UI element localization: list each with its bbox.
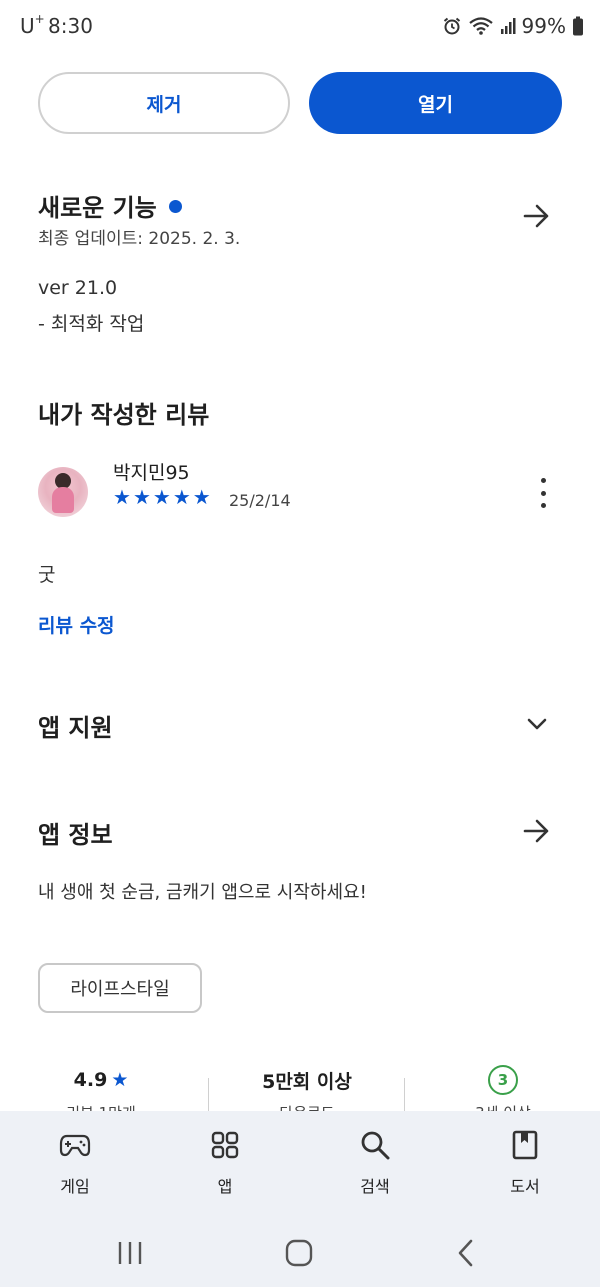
whats-new-title: 새로운 기능 [38, 194, 157, 222]
star-icon: ★ [111, 1069, 129, 1091]
star-rating: ★ ★ ★ ★ ★ [113, 486, 211, 508]
status-icons: 99% [442, 14, 584, 38]
review-date: 25/2/14 [229, 491, 291, 510]
signal-icon [500, 18, 516, 34]
star-icon: ★ [113, 485, 131, 509]
app-description: 내 생애 첫 순금, 금캐기 앱으로 시작하세요! [38, 882, 367, 903]
battery-percent: 99% [521, 14, 566, 38]
carrier-label: U+ [20, 12, 45, 38]
status-bar: U+ 8:30 99% [0, 0, 600, 52]
whats-new-arrow-icon[interactable] [522, 201, 552, 231]
last-updated: 최종 업데이트: 2025. 2. 3. [38, 229, 241, 249]
age-rating-badge: 3 [488, 1065, 518, 1095]
avatar [38, 467, 88, 517]
app-support-title[interactable]: 앱 지원 [38, 708, 113, 743]
whats-new-header[interactable]: 새로운 기능 [38, 188, 182, 223]
app-info-arrow-icon[interactable] [522, 816, 552, 846]
category-chip[interactable]: 라이프스타일 [38, 963, 202, 1013]
more-options-icon[interactable] [533, 478, 553, 508]
wifi-icon [468, 17, 493, 35]
recent-apps-icon[interactable] [110, 1233, 150, 1273]
my-review-title: 내가 작성한 리뷰 [38, 401, 210, 429]
reviewer-name: 박지민95 [113, 462, 190, 484]
star-icon: ★ [152, 485, 171, 509]
alarm-icon [443, 17, 460, 35]
status-time: 8:30 [48, 14, 93, 38]
back-icon[interactable] [447, 1233, 487, 1273]
edit-review-link[interactable]: 리뷰 수정 [38, 611, 115, 638]
nav-item-books[interactable]: 도서 [475, 1129, 575, 1197]
nav-label: 검색 [360, 1177, 390, 1196]
star-icon: ★ [192, 485, 211, 509]
app-info-title[interactable]: 앱 정보 [38, 815, 113, 850]
nav-label: 게임 [60, 1177, 90, 1196]
open-button[interactable]: 열기 [309, 72, 562, 134]
nav-item-games[interactable]: 게임 [25, 1129, 125, 1197]
rating-value: 4.9 [73, 1069, 108, 1091]
battery-icon [573, 16, 583, 36]
home-icon[interactable] [279, 1233, 319, 1273]
stat-divider [208, 1078, 209, 1114]
remove-button[interactable]: 제거 [38, 72, 290, 134]
nav-item-search[interactable]: 검색 [325, 1129, 425, 1197]
release-notes: - 최적화 작업 [38, 313, 145, 335]
nav-label: 앱 [217, 1177, 233, 1196]
apps-grid-icon [211, 1131, 239, 1159]
nav-item-apps[interactable]: 앱 [175, 1129, 275, 1197]
chevron-down-icon[interactable] [525, 712, 549, 736]
star-icon: ★ [172, 485, 191, 509]
book-icon [512, 1130, 538, 1160]
stat-divider [404, 1078, 405, 1114]
nav-label: 도서 [510, 1177, 540, 1196]
gamepad-icon [59, 1134, 91, 1157]
review-text: 굿 [38, 564, 56, 586]
version-text: ver 21.0 [38, 277, 118, 299]
system-nav-bar [0, 1219, 600, 1287]
star-icon: ★ [132, 485, 151, 509]
new-indicator-dot [168, 199, 182, 213]
bottom-nav: 게임 앱 검색 도서 [0, 1111, 600, 1219]
downloads-value: 5만회 이상 [262, 1070, 352, 1093]
search-icon [361, 1131, 390, 1160]
